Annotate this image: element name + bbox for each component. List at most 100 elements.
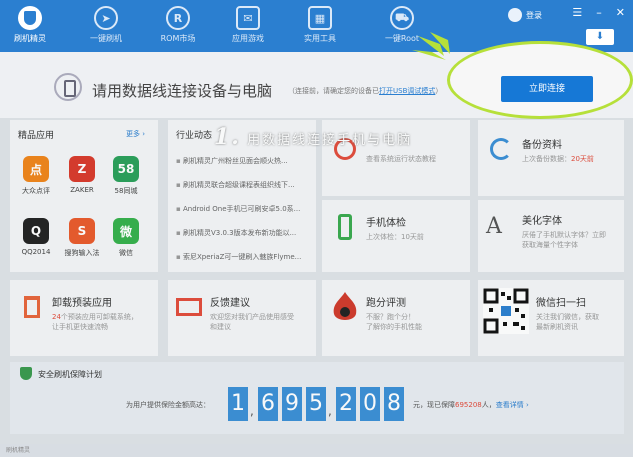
system-status-sub: 查看系统运行状态教程 xyxy=(366,155,436,163)
app-item[interactable]: 58 58同城 xyxy=(106,156,146,196)
nav-utilities[interactable]: ▦ 实用工具 xyxy=(290,6,350,44)
avatar-icon xyxy=(508,8,522,22)
insured-users-count: 695208 xyxy=(455,401,482,409)
app-item[interactable]: Q QQ2014 xyxy=(16,218,56,256)
tools-icon: ▦ xyxy=(308,6,332,30)
backup-title: 备份资料 xyxy=(522,140,562,151)
news-item[interactable]: 刷机精灵广州粉丝见面会顺火热... xyxy=(176,156,311,166)
connect-hint-suffix: ） xyxy=(435,87,443,95)
app-label: 58同城 xyxy=(114,187,138,195)
insured-digit: 5 xyxy=(306,387,326,421)
news-item[interactable]: 刷机精灵V3.0.3版本发布新功能以... xyxy=(176,228,311,238)
backup-sub: 上次备份数据：20天前 xyxy=(522,154,594,164)
step-text: 用数据线连接手机与电脑 xyxy=(247,133,413,148)
wechat-icon: 微 xyxy=(113,218,139,244)
insured-users-prefix: 元，现已保障 xyxy=(413,401,455,409)
app-label: QQ2014 xyxy=(21,248,51,256)
view-details-link[interactable]: 查看详情 › xyxy=(496,401,529,409)
uninstall-count: 24 xyxy=(52,313,61,321)
menu-icon[interactable]: ☰ xyxy=(572,6,582,19)
mail-icon xyxy=(176,298,202,316)
fonts-sub-1: 厌倦了手机默认字体？立即 xyxy=(522,231,606,239)
digit-separator: , xyxy=(250,404,254,418)
usb-debug-link[interactable]: 打开USB调试模式 xyxy=(379,87,435,95)
safety-plan-title: 安全刷机保障计划 xyxy=(38,370,102,379)
benchmark-title: 跑分评测 xyxy=(366,298,406,309)
news-item[interactable]: Android One手机已可刷安卓5.0系... xyxy=(176,204,311,214)
step-annotation: 1. 用数据线连接手机与电脑 xyxy=(214,124,412,150)
nav-rom-market[interactable]: R ROM市场 xyxy=(148,6,208,44)
nav-label: 应用游戏 xyxy=(232,34,264,43)
qq-icon: Q xyxy=(23,218,49,244)
step-number: 1. xyxy=(214,124,241,150)
news-item[interactable]: 刷机精灵联合超级课程表组织线下... xyxy=(176,180,311,190)
antutu-fire-icon xyxy=(333,292,357,320)
sogou-input-icon: S xyxy=(69,218,95,244)
news-item[interactable]: 索尼XperiaZ可一键刷入魅族Flyme... xyxy=(176,252,311,262)
app-logo[interactable]: 刷机精灵 xyxy=(6,6,54,44)
insured-digit: 0 xyxy=(360,387,380,421)
connect-hint: （连接前，请确定您的设备已打开USB调试模式） xyxy=(288,86,442,96)
app-label: 大众点评 xyxy=(22,187,50,195)
nav-one-click-flash[interactable]: ➤ 一键刷机 xyxy=(76,6,136,44)
insured-users-suffix: 人， xyxy=(481,401,496,409)
trash-icon xyxy=(24,296,40,318)
nav-label: 实用工具 xyxy=(304,34,336,43)
backup-sub-value: 20天前 xyxy=(571,155,594,163)
insured-digit: 1 xyxy=(228,387,248,421)
wechat-scan-sub-1: 关注我们微信，获取 xyxy=(536,313,599,321)
connect-now-button[interactable]: 立即连接 xyxy=(501,76,593,102)
status-bar: 刷机精灵 xyxy=(0,444,633,457)
insured-digit: 9 xyxy=(282,387,302,421)
root-icon: ⛟ xyxy=(390,6,414,30)
nav-apps-games[interactable]: ✉ 应用游戏 xyxy=(218,6,278,44)
app-item[interactable]: Z ZAKER xyxy=(62,156,102,194)
refresh-icon xyxy=(490,138,512,160)
shield-check-icon xyxy=(20,367,32,380)
58-tongcheng-icon: 58 xyxy=(113,156,139,182)
login-label: 登录 xyxy=(526,10,542,20)
app-item[interactable]: S 搜狗输入法 xyxy=(62,218,102,258)
featured-apps-more-link[interactable]: 更多 › xyxy=(126,129,145,139)
insured-amount-label: 为用户提供保险金额高达： xyxy=(126,401,210,409)
industry-news-title: 行业动态 xyxy=(176,131,213,141)
app-label: 微信 xyxy=(119,249,133,257)
feedback-title: 反馈建议 xyxy=(210,298,250,309)
app-label: ZAKER xyxy=(70,186,94,194)
font-icon: A xyxy=(486,214,502,239)
uninstall-sub-1-text: 个预装应用可卸载系统， xyxy=(60,313,138,321)
minimize-icon[interactable]: – xyxy=(596,6,602,19)
nav-label: 一键刷机 xyxy=(90,34,122,43)
download-manager-button[interactable]: ⬇ xyxy=(586,29,614,45)
close-icon[interactable]: ✕ xyxy=(616,6,625,19)
benchmark-sub-1: 不服？跑个分！ xyxy=(366,313,415,321)
digit-separator: , xyxy=(328,404,332,418)
rom-icon: R xyxy=(166,6,190,30)
wechat-scan-title: 微信扫一扫 xyxy=(536,298,586,309)
dianping-icon: 点 xyxy=(23,156,49,182)
uninstall-sub-2: 让手机更快速流畅 xyxy=(52,323,108,331)
window-controls: ☰ – ✕ xyxy=(572,6,625,19)
insured-digit: 2 xyxy=(336,387,356,421)
login-button[interactable]: 登录 xyxy=(508,8,542,22)
phone-icon xyxy=(54,73,82,101)
wechat-scan-sub-2: 最新刷机资讯 xyxy=(536,323,578,331)
download-icon: ⬇ xyxy=(595,31,605,42)
connect-title: 请用数据线连接设备与电脑 xyxy=(92,82,273,100)
apps-icon: ✉ xyxy=(236,6,260,30)
app-item[interactable]: 微 微信 xyxy=(106,218,146,258)
app-label: 搜狗输入法 xyxy=(64,249,100,257)
app-name: 刷机精灵 xyxy=(14,34,46,43)
zaker-icon: Z xyxy=(69,156,95,182)
fonts-sub-2: 获取海量个性字体 xyxy=(522,241,578,249)
qr-code-icon xyxy=(483,288,529,334)
insured-digit: 6 xyxy=(258,387,278,421)
uninstall-sub-1: 24个预装应用可卸载系统， xyxy=(52,312,138,322)
insured-users-text: 元，现已保障695208人，查看详情 › xyxy=(413,400,529,410)
backup-sub-label: 上次备份数据： xyxy=(522,155,571,163)
feedback-sub-2: 和建议 xyxy=(210,323,231,331)
app-item[interactable]: 点 大众点评 xyxy=(16,156,56,196)
shield-logo-icon xyxy=(18,6,42,30)
cursor-icon: ➤ xyxy=(94,6,118,30)
fonts-title: 美化字体 xyxy=(522,216,562,227)
